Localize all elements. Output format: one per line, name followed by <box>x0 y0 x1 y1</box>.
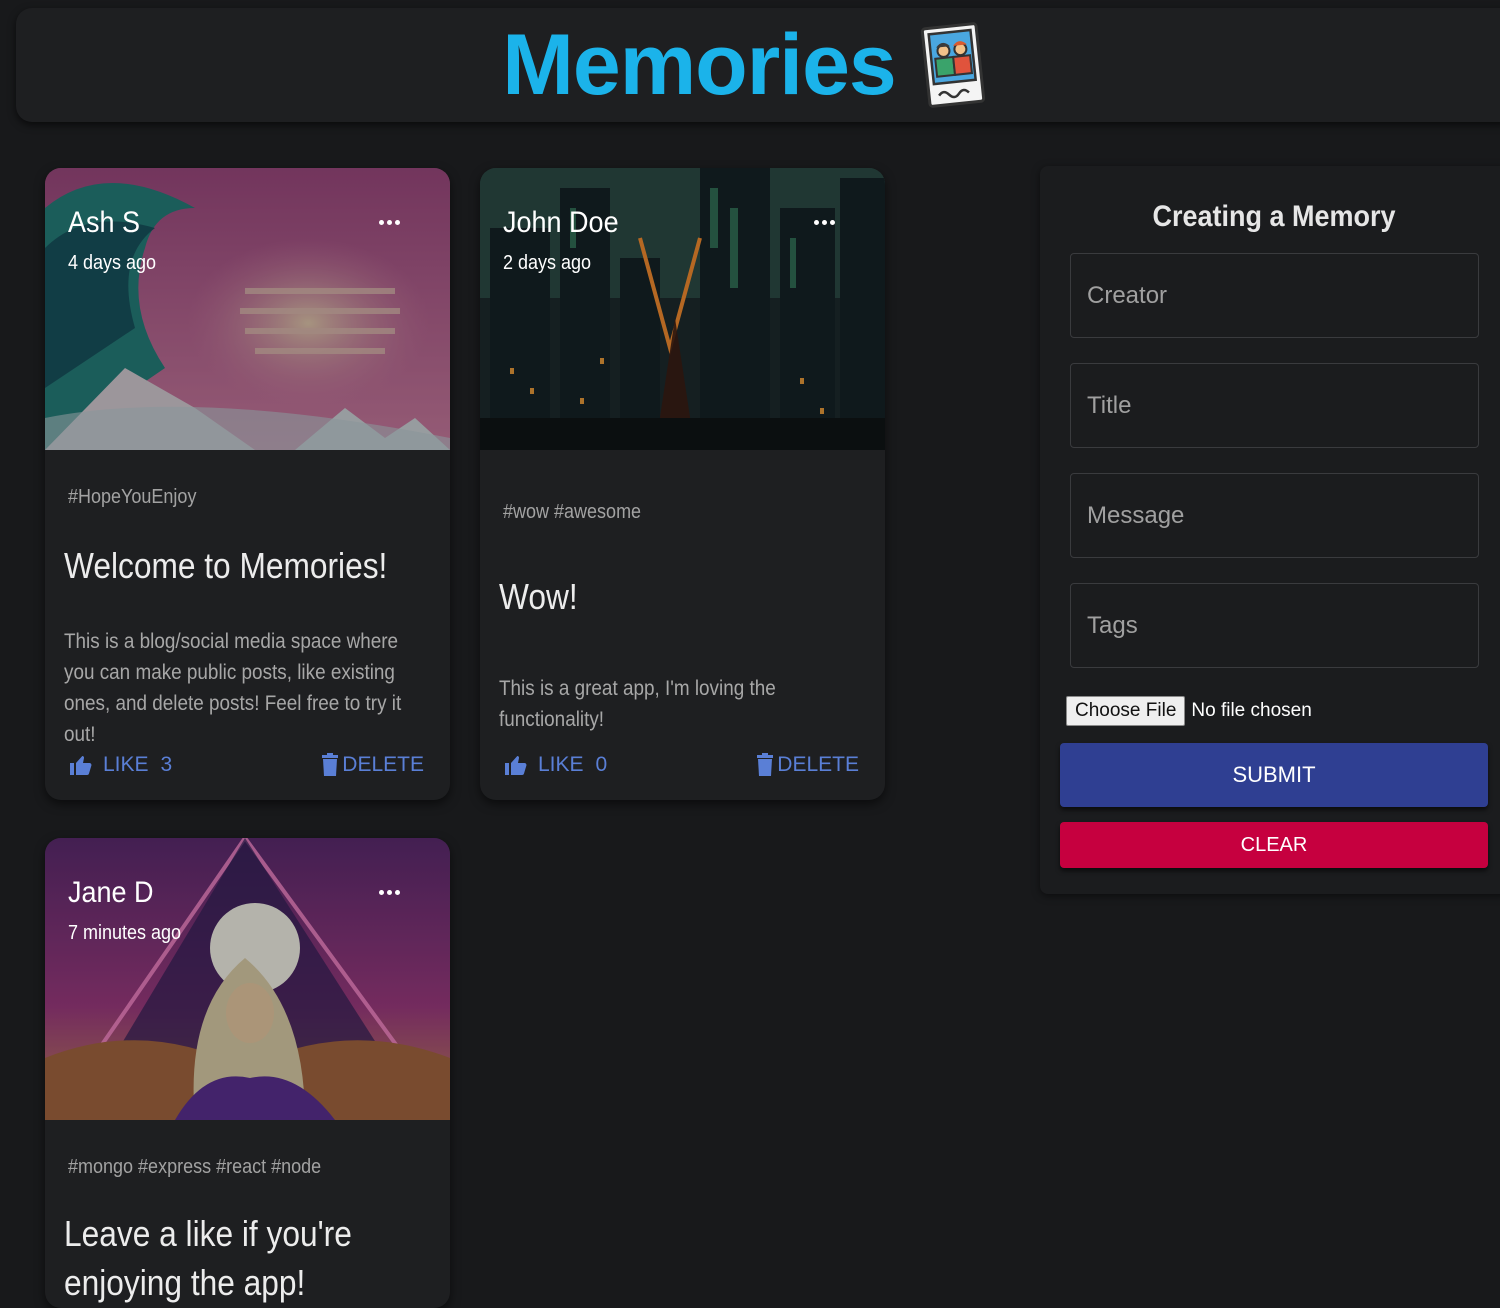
post-card: Jane D 7 minutes ago #mongo #express #re… <box>45 838 450 1308</box>
post-creator: Ash S <box>68 206 141 239</box>
title-field[interactable] <box>1070 363 1479 448</box>
like-label: LIKE <box>103 753 149 776</box>
post-actions: LIKE 0 DELETE <box>480 745 885 785</box>
more-options-icon[interactable] <box>372 880 406 904</box>
thumb-up-icon <box>70 756 92 775</box>
post-time: 7 minutes ago <box>68 922 182 944</box>
like-button[interactable]: LIKE 0 <box>504 745 607 785</box>
post-card: Ash S 4 days ago #HopeYouEnjoy Welcome t… <box>45 168 450 800</box>
post-creator: Jane D <box>68 876 154 909</box>
post-card: John Doe 2 days ago #wow #awesome Wow! T… <box>480 168 885 800</box>
post-image: Jane D 7 minutes ago <box>45 838 450 1120</box>
trash-icon <box>757 753 774 776</box>
post-time: 4 days ago <box>68 252 157 274</box>
delete-label: DELETE <box>342 753 424 776</box>
post-image: John Doe 2 days ago <box>480 168 885 450</box>
message-field[interactable] <box>1070 473 1479 558</box>
post-message: This is a great app, I'm loving the func… <box>499 677 776 731</box>
post-tags: #wow #awesome <box>503 501 642 523</box>
file-input: Choose File No file chosen <box>1066 696 1312 726</box>
post-title: Welcome to Memories! <box>64 545 388 586</box>
like-count: 3 <box>160 753 173 776</box>
submit-button[interactable]: SUBMIT <box>1060 743 1488 807</box>
more-options-icon[interactable] <box>807 210 841 234</box>
trash-icon <box>322 753 339 776</box>
delete-button[interactable]: DELETE <box>322 745 424 785</box>
post-actions: LIKE 3 DELETE <box>45 745 450 785</box>
delete-button[interactable]: DELETE <box>757 745 859 785</box>
choose-file-button[interactable]: Choose File <box>1066 696 1186 726</box>
post-tags: #mongo #express #react #node <box>68 1156 322 1178</box>
creator-field[interactable] <box>1070 253 1479 338</box>
more-options-icon[interactable] <box>372 210 406 234</box>
app-title: Memories <box>502 16 896 113</box>
post-tags: #HopeYouEnjoy <box>68 486 197 508</box>
post-title: Leave a like if you're enjoying the app! <box>64 1213 352 1303</box>
post-message: This is a blog/social media space where … <box>64 630 402 746</box>
post-title: Wow! <box>499 576 578 617</box>
app-bar: Memories <box>16 8 1500 122</box>
form-title: Creating a Memory <box>1152 200 1396 233</box>
like-label: LIKE <box>538 753 584 776</box>
file-status: No file chosen <box>1191 700 1312 721</box>
like-count: 0 <box>595 753 608 776</box>
polaroid-photo-icon <box>920 22 985 108</box>
thumb-up-icon <box>505 756 527 775</box>
delete-label: DELETE <box>777 753 859 776</box>
clear-button[interactable]: CLEAR <box>1060 822 1488 868</box>
tags-field[interactable] <box>1070 583 1479 668</box>
like-button[interactable]: LIKE 3 <box>69 745 172 785</box>
post-image: Ash S 4 days ago <box>45 168 450 450</box>
create-memory-form: Creating a Memory Choose File No file ch… <box>1040 166 1500 894</box>
post-time: 2 days ago <box>503 252 592 274</box>
post-creator: John Doe <box>503 206 619 239</box>
